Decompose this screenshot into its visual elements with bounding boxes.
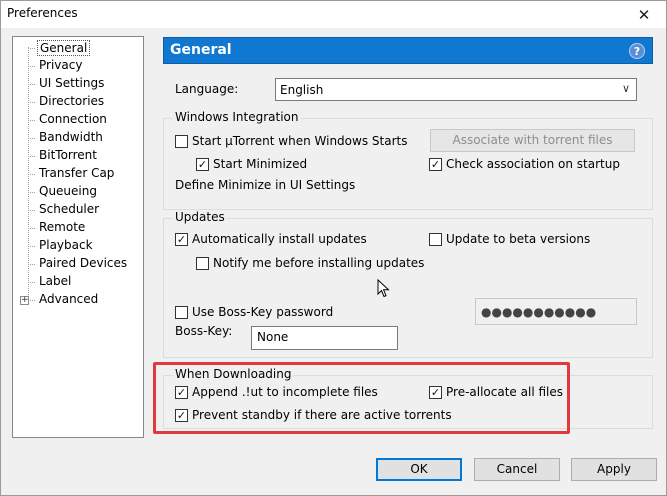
tree-item-label: Paired Devices: [39, 256, 128, 270]
tree-item-label: Bandwidth: [39, 130, 103, 144]
tree-item-label: Playback: [39, 238, 93, 252]
tree-item-label: General: [37, 40, 91, 56]
language-select[interactable]: English ∨: [275, 78, 637, 101]
check-icon[interactable]: ✓: [175, 233, 188, 246]
language-label: Language:: [175, 82, 239, 96]
checkbox-label: Notify me before installing updates: [213, 256, 425, 270]
tree-item-label: BitTorrent: [39, 148, 97, 162]
tree-item-label: Remote: [39, 220, 86, 234]
window-title: Preferences: [7, 6, 78, 20]
tree-item-label: Privacy: [39, 58, 83, 72]
highlight-annotation: [153, 362, 570, 434]
help-icon[interactable]: ?: [629, 43, 645, 59]
checkbox-box[interactable]: [196, 257, 209, 270]
apply-button[interactable]: Apply: [571, 458, 657, 481]
checkbox-label: Check association on startup: [446, 157, 620, 171]
tree-item-label: Advanced: [39, 292, 99, 306]
boss-key-field[interactable]: None: [251, 326, 398, 350]
password-dots: ●●●●●●●●●●●: [481, 305, 597, 319]
title-bar: Preferences ✕: [1, 1, 666, 28]
check-icon[interactable]: ✓: [429, 158, 442, 171]
associate-torrent-files-button[interactable]: Associate with torrent files: [430, 129, 635, 152]
language-value: English: [280, 83, 324, 97]
tree-item-label: Transfer Cap: [39, 166, 115, 180]
tree-item-label: Connection: [39, 112, 107, 126]
preferences-window: Preferences ✕ General Privacy UI Setting…: [0, 0, 667, 496]
close-icon[interactable]: ✕: [622, 1, 666, 28]
checkbox-label: Use Boss-Key password: [192, 305, 334, 319]
checkbox-box[interactable]: [175, 306, 188, 319]
tree-item-label: Scheduler: [39, 202, 100, 216]
checkbox-label: Update to beta versions: [446, 232, 591, 246]
checkbox-label: Automatically install updates: [192, 232, 367, 246]
checkbox-box[interactable]: [175, 135, 188, 148]
tree-item-label: UI Settings: [39, 76, 105, 90]
ok-button[interactable]: OK: [376, 458, 462, 481]
section-title: General: [170, 42, 232, 58]
mouse-cursor-icon: [377, 279, 390, 298]
group-title: Windows Integration: [173, 110, 301, 124]
cancel-button[interactable]: Cancel: [474, 458, 560, 481]
boss-key-password-field[interactable]: ●●●●●●●●●●●: [475, 298, 637, 325]
check-icon[interactable]: ✓: [196, 158, 209, 171]
tree-item-label: Directories: [39, 94, 105, 108]
tree-item-label: Label: [39, 274, 72, 288]
group-title: Updates: [173, 210, 227, 224]
chevron-down-icon: ∨: [621, 82, 630, 95]
tree-item-label: Queueing: [39, 184, 97, 198]
boss-key-label: Boss-Key:: [175, 324, 233, 338]
define-minimize-text: Define Minimize in UI Settings: [175, 178, 356, 192]
category-tree: General Privacy UI Settings Directories …: [12, 36, 144, 438]
checkbox-label: Start Minimized: [213, 157, 308, 171]
section-header: General ?: [163, 37, 653, 64]
checkbox-label: Start µTorrent when Windows Starts: [192, 134, 408, 148]
checkbox-box[interactable]: [429, 233, 442, 246]
boss-key-value: None: [257, 330, 289, 344]
expand-plus-icon[interactable]: +: [20, 296, 29, 305]
